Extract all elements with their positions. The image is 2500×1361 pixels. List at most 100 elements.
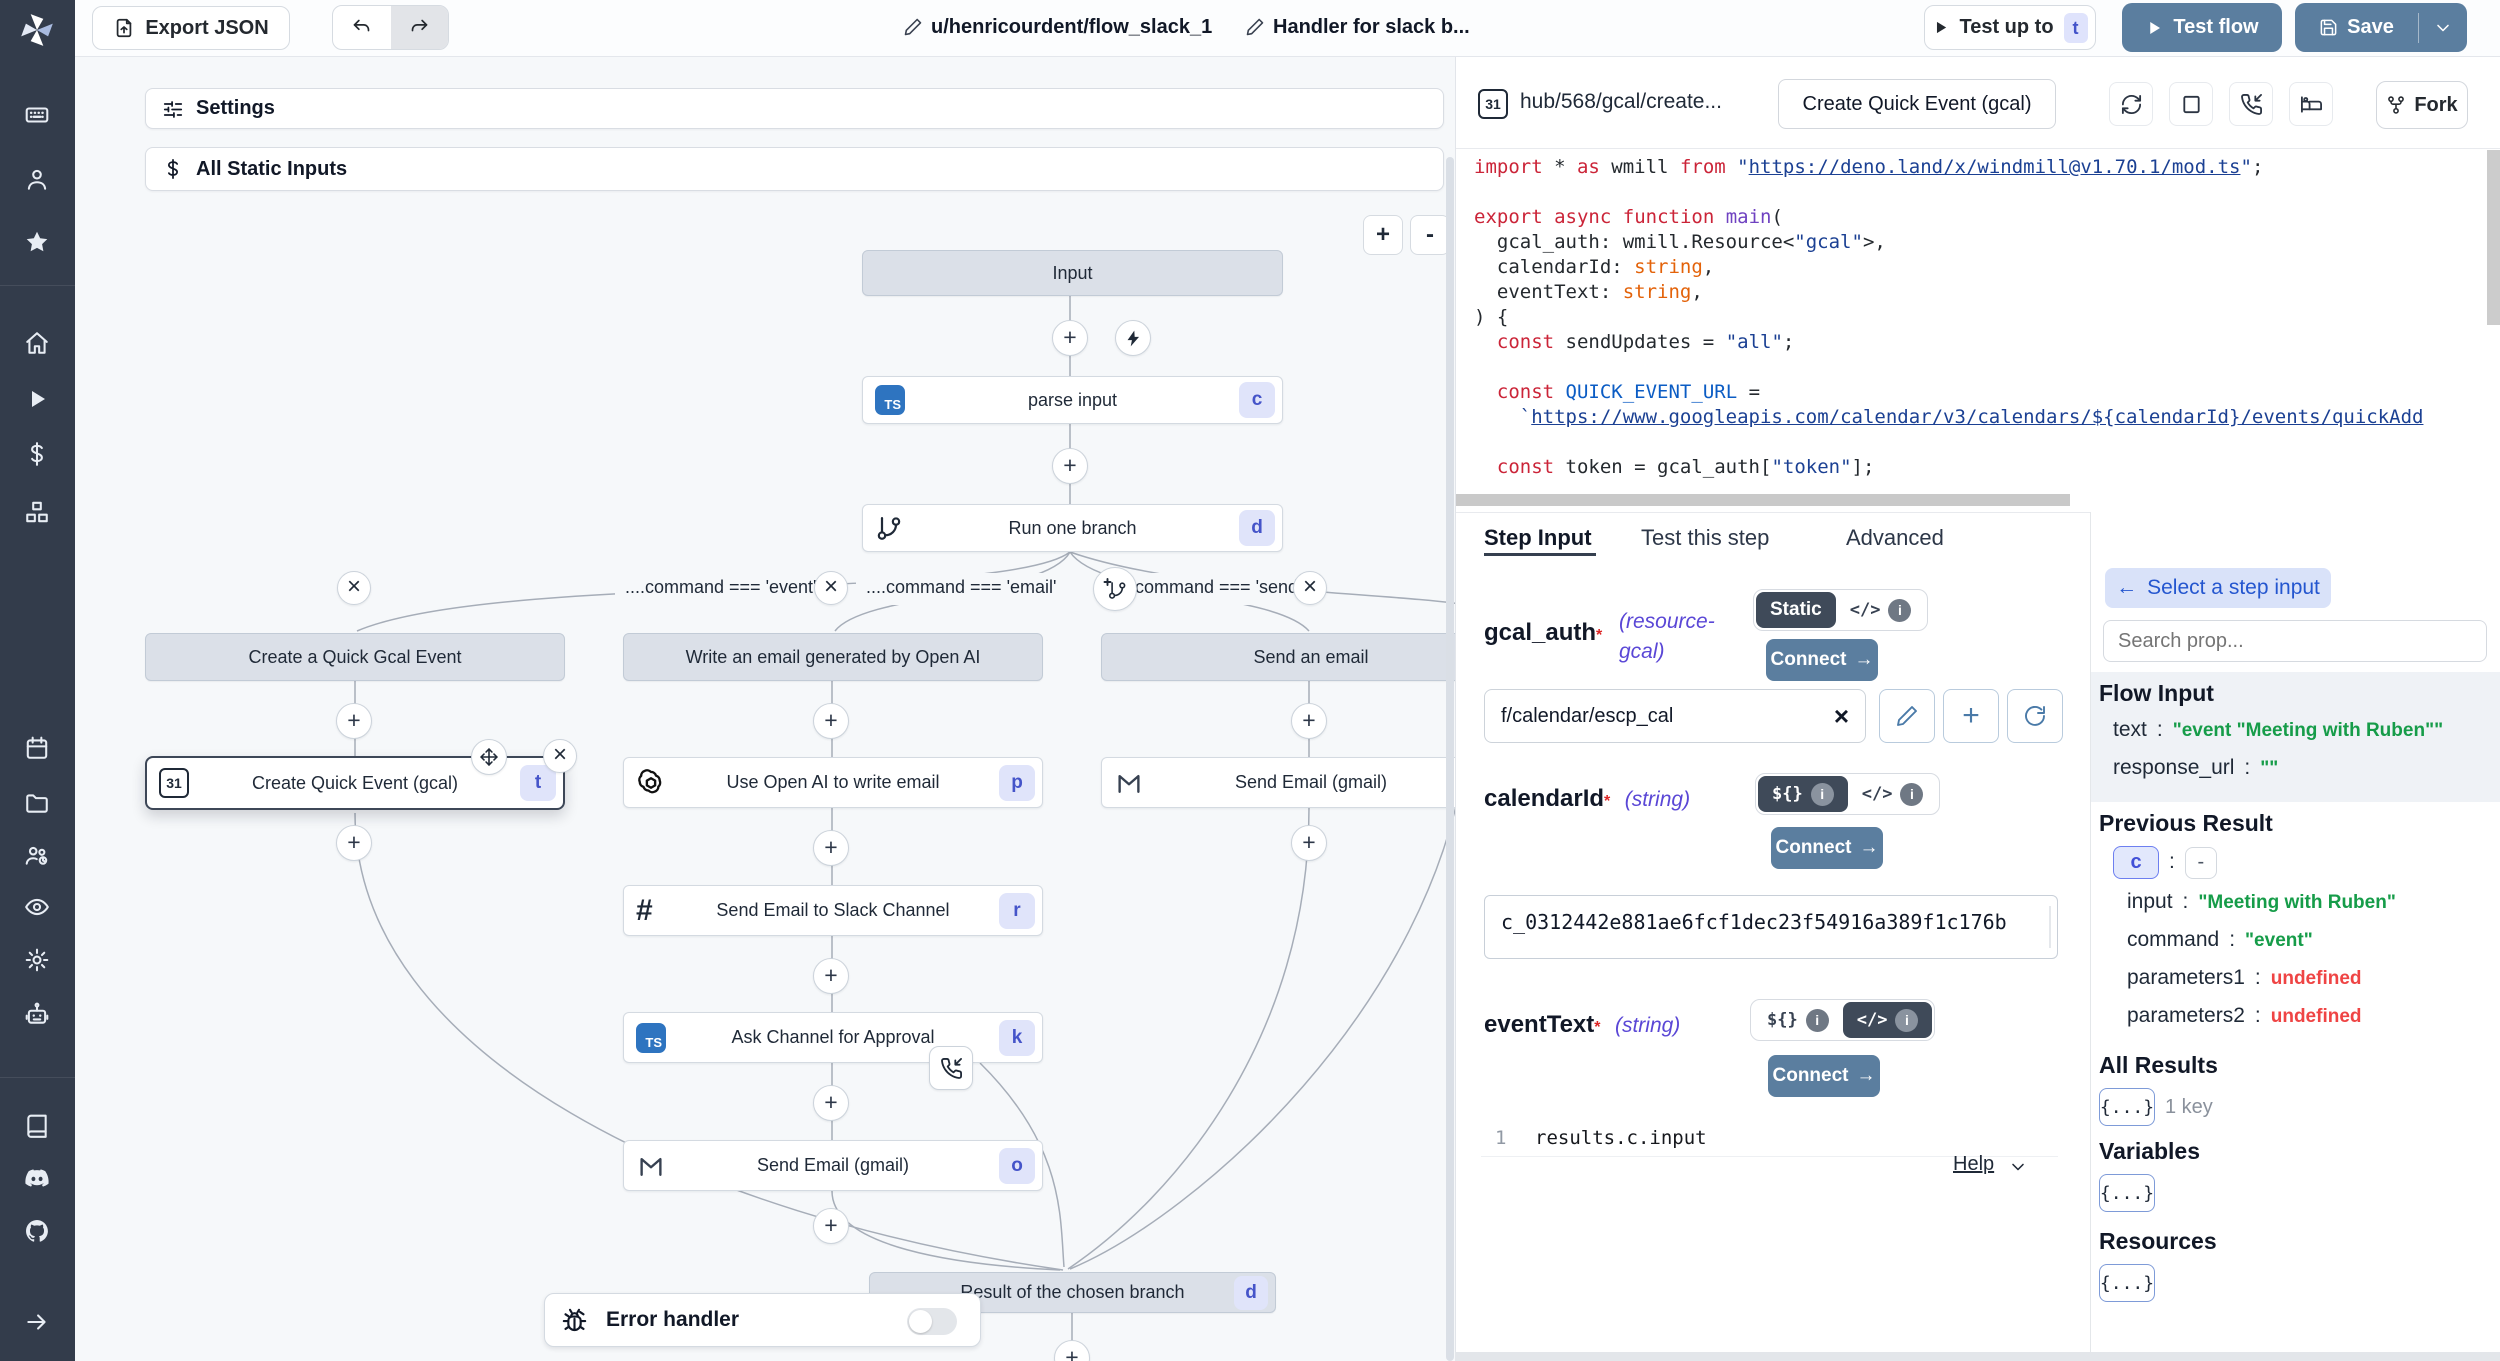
suspend-approval-button[interactable] (929, 1046, 973, 1090)
save-dropdown-button[interactable] (2419, 18, 2467, 38)
step-node-run-one-branch[interactable]: Run one branch d (862, 504, 1283, 552)
gcal-auth-connect-button[interactable]: Connect→ (1766, 639, 1878, 681)
step-node-parse-input[interactable]: TS parse input c (862, 376, 1283, 424)
branch-header-gcal[interactable]: Create a Quick Gcal Event (145, 633, 565, 681)
code-editor[interactable]: import * as wmill from "https://deno.lan… (1456, 149, 2500, 512)
sidebar-item-audit-logs[interactable] (15, 885, 59, 929)
flow-canvas[interactable]: Settings All Static Inputs + - Input TS … (75, 57, 1455, 1361)
all-results-expand-pill[interactable]: {...} (2099, 1088, 2155, 1126)
fork-button[interactable]: Fork (2376, 81, 2468, 129)
sleep-settings-button[interactable] (2289, 82, 2333, 126)
event-text-expression-editor[interactable]: 1 results.c.input (1481, 1119, 2058, 1157)
add-resource-button[interactable]: + (1943, 689, 1999, 743)
previous-result-row-parameters1[interactable]: parameters1: undefined (2127, 966, 2362, 990)
sidebar-item-settings[interactable] (15, 938, 59, 982)
step-node-ask-channel-approval[interactable]: TS Ask Channel for Approval k (623, 1012, 1043, 1063)
mode-template-string[interactable]: ${} (1753, 1002, 1843, 1038)
clear-resource-icon[interactable]: × (1834, 701, 1849, 732)
flow-summary[interactable]: Handler for slack b... (1273, 16, 1470, 39)
tab-test-this-step[interactable]: Test this step (1641, 525, 1769, 551)
sidebar-item-folders[interactable] (15, 781, 59, 825)
help-chevron-icon[interactable] (2008, 1157, 2028, 1177)
flow-input-node[interactable]: Input (862, 250, 1283, 296)
undo-button[interactable] (333, 6, 391, 49)
zoom-in-button[interactable]: + (1363, 215, 1403, 255)
branch-condition-email[interactable]: ....command === 'email' (856, 573, 1066, 605)
previous-result-row-command[interactable]: command: "event" (2127, 928, 2313, 952)
all-static-inputs-bar[interactable]: All Static Inputs (145, 147, 1444, 191)
step-name-input[interactable]: Create Quick Event (gcal) (1778, 79, 2056, 129)
sidebar-item-groups[interactable] (15, 833, 59, 877)
sidebar-item-favorites[interactable] (15, 220, 59, 264)
event-text-connect-button[interactable]: Connect→ (1768, 1055, 1880, 1097)
flow-path[interactable]: u/henricourdent/flow_slack_1 (931, 16, 1212, 39)
mode-javascript[interactable]: </> (1836, 592, 1926, 628)
previous-result-row-parameters2[interactable]: parameters2: undefined (2127, 1004, 2362, 1028)
cache-settings-button[interactable] (2169, 82, 2213, 126)
add-step-button[interactable] (813, 830, 849, 866)
delete-step-button[interactable] (543, 739, 577, 773)
mode-javascript[interactable]: </> (1848, 776, 1938, 812)
edit-resource-button[interactable] (1879, 689, 1935, 743)
tab-step-input[interactable]: Step Input (1484, 525, 1592, 551)
info-icon[interactable] (1806, 1009, 1829, 1032)
calendar-id-mode-toggle[interactable]: ${} </> (1755, 773, 1940, 815)
add-step-button[interactable] (1291, 703, 1327, 739)
add-step-button[interactable] (813, 1208, 849, 1244)
sidebar-item-workers[interactable] (15, 992, 59, 1036)
search-prop-input[interactable] (2103, 620, 2487, 662)
step-node-send-email-slack[interactable]: # Send Email to Slack Channel r (623, 885, 1043, 936)
flow-settings-bar[interactable]: Settings (145, 88, 1444, 129)
branch-header-openai[interactable]: Write an email generated by Open AI (623, 633, 1043, 681)
edit-path-button[interactable] (903, 17, 923, 37)
canvas-scrollbar[interactable] (1446, 157, 1454, 1361)
gcal-auth-mode-toggle[interactable]: Static </> (1753, 589, 1928, 631)
sidebar-item-runs[interactable] (15, 377, 59, 421)
sidebar-item-documentation[interactable] (15, 1104, 59, 1148)
save-button[interactable]: Save (2295, 16, 2418, 39)
add-step-button[interactable] (1052, 320, 1088, 356)
sidebar-item-github[interactable] (15, 1209, 59, 1253)
retry-settings-button[interactable] (2109, 82, 2153, 126)
branch-condition-event[interactable]: ....command === 'event' (615, 573, 826, 605)
info-icon[interactable] (1900, 783, 1923, 806)
calendar-id-connect-button[interactable]: Connect→ (1771, 827, 1883, 869)
branch-header-send-email[interactable]: Send an email (1101, 633, 1455, 681)
sidebar-item-workspace[interactable] (15, 93, 59, 137)
zoom-out-button[interactable]: - (1410, 215, 1450, 255)
error-handler-toggle[interactable] (907, 1308, 957, 1335)
code-vertical-scrollbar[interactable] (2487, 150, 2500, 325)
add-step-button[interactable] (1052, 448, 1088, 484)
mode-template-string[interactable]: ${} (1758, 776, 1848, 812)
sidebar-item-schedules[interactable] (15, 726, 59, 770)
add-step-button[interactable] (813, 958, 849, 994)
select-step-input-button[interactable]: ← Select a step input (2105, 568, 2331, 608)
windmill-logo[interactable] (15, 8, 59, 52)
calendar-id-value-input[interactable]: c_0312442e881ae6fcf1dec23f54916a389f1c17… (1484, 895, 2058, 959)
move-step-button[interactable] (471, 739, 507, 775)
sidebar-item-discord[interactable] (15, 1156, 59, 1200)
resource-picker-input[interactable]: f/calendar/escp_cal × (1484, 689, 1866, 743)
sidebar-item-home[interactable] (15, 321, 59, 365)
remove-branch-button[interactable] (1293, 571, 1327, 605)
help-link[interactable]: Help (1953, 1153, 1994, 1176)
hub-script-path[interactable]: hub/568/gcal/create... (1520, 90, 1722, 114)
resources-expand-pill[interactable]: {...} (2099, 1264, 2155, 1302)
collapse-result-button[interactable]: - (2185, 847, 2217, 879)
remove-branch-button[interactable] (337, 571, 371, 605)
previous-result-step-badge[interactable]: c (2113, 846, 2159, 879)
info-icon[interactable] (1888, 599, 1911, 622)
code-horizontal-scrollbar[interactable] (1456, 494, 2070, 506)
add-step-button[interactable] (813, 1085, 849, 1121)
suspend-settings-button[interactable] (2229, 82, 2273, 126)
trigger-button[interactable] (1115, 320, 1151, 356)
add-step-button[interactable] (813, 703, 849, 739)
mode-javascript[interactable]: </> (1843, 1002, 1933, 1038)
remove-branch-button[interactable] (814, 571, 848, 605)
step-node-send-email-gmail-right[interactable]: Send Email (gmail) (1101, 757, 1455, 808)
previous-result-row-input[interactable]: input: "Meeting with Ruben" (2127, 890, 2396, 914)
step-node-openai-write-email[interactable]: Use Open AI to write email p (623, 757, 1043, 808)
info-icon[interactable] (1895, 1009, 1918, 1032)
add-step-button[interactable] (336, 703, 372, 739)
info-icon[interactable] (1811, 783, 1834, 806)
